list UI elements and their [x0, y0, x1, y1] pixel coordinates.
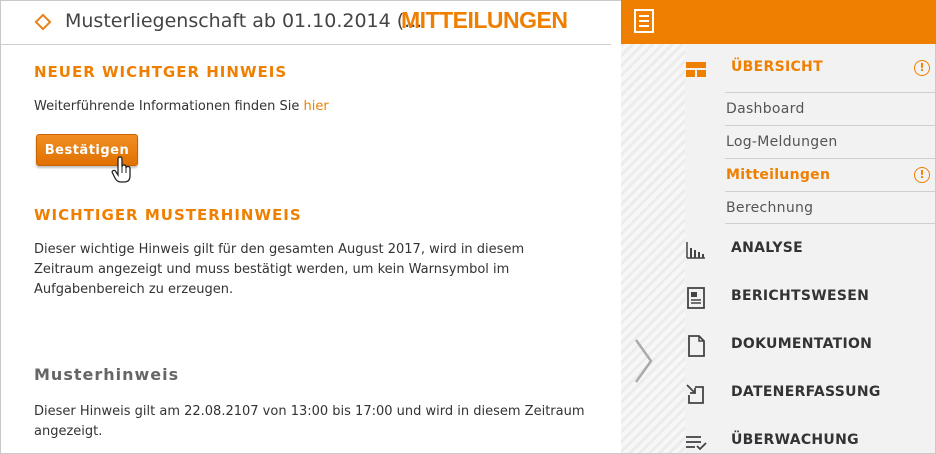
chevron-right-icon[interactable] — [633, 338, 655, 384]
nav-item-analyse[interactable]: ANALYSE — [685, 225, 935, 273]
bar-chart-icon — [686, 242, 705, 259]
sub-item-log-meldungen[interactable]: Log-Meldungen — [725, 125, 935, 158]
nav-item-datenerfassung[interactable]: DATENERFASSUNG — [685, 369, 935, 417]
sub-item-label: Dashboard — [726, 101, 805, 117]
notice-heading: Musterhinweis — [34, 365, 180, 384]
section-title: MITTEILUNGEN — [401, 7, 568, 33]
nav-topbar — [621, 0, 936, 44]
sub-item-label: Log-Meldungen — [726, 134, 838, 150]
warning-icon: ! — [914, 167, 930, 183]
nav-item-overview[interactable]: ÜBERSICHT ! — [685, 44, 935, 92]
notice-text: Dieser Hinweis gilt am 22.08.2107 von 13… — [34, 404, 585, 439]
notes-icon[interactable] — [633, 8, 655, 34]
nav-item-label: DATENERFASSUNG — [731, 384, 881, 400]
nav-item-label: ANALYSE — [731, 240, 804, 256]
nav-item-label: BERICHTSWESEN — [731, 288, 870, 304]
sub-item-berechnung[interactable]: Berechnung — [725, 191, 935, 224]
notice-heading: WICHTIGER MUSTERHINWEIS — [34, 206, 302, 224]
content-panel: Musterliegenschaft ab 01.10.2014 (... MI… — [0, 0, 621, 454]
hand-cursor-icon — [111, 156, 131, 183]
nav-item-label: DOKUMENTATION — [731, 336, 873, 352]
page-header: Musterliegenschaft ab 01.10.2014 (... MI… — [1, 1, 611, 45]
notice-text: Weiterführende Informationen finden Sie … — [34, 99, 329, 114]
document-icon — [688, 335, 705, 357]
sub-item-mitteilungen[interactable]: Mitteilungen ! — [725, 158, 935, 191]
nav-item-ueberwachung[interactable]: ÜBERWACHUNG — [685, 417, 935, 454]
notice-text: Dieser wichtige Hinweis gilt für den ges… — [34, 242, 525, 297]
nav-item-label: ÜBERSICHT — [731, 59, 823, 75]
nav-item-dokumentation[interactable]: DOKUMENTATION — [685, 321, 935, 369]
data-entry-icon — [686, 384, 704, 404]
report-icon — [687, 287, 705, 309]
nav-item-label: ÜBERWACHUNG — [731, 432, 859, 448]
notice-heading: NEUER WICHTGER HINWEIS — [34, 63, 288, 81]
sub-item-dashboard[interactable]: Dashboard — [725, 92, 935, 125]
sub-item-label: Mitteilungen — [726, 167, 831, 183]
grid-icon — [686, 62, 706, 77]
warning-icon: ! — [914, 60, 930, 76]
more-info-link[interactable]: hier — [304, 99, 329, 114]
diamond-icon — [34, 13, 52, 31]
collapse-bar[interactable] — [621, 44, 685, 454]
sidebar-nav: ÜBERSICHT ! Dashboard Log-Meldungen Mitt… — [685, 44, 936, 454]
sub-item-label: Berechnung — [726, 200, 814, 216]
monitoring-icon — [686, 436, 707, 451]
nav-item-berichtswesen[interactable]: BERICHTSWESEN — [685, 273, 935, 321]
page-title: Musterliegenschaft ab 01.10.2014 (... — [65, 10, 423, 32]
